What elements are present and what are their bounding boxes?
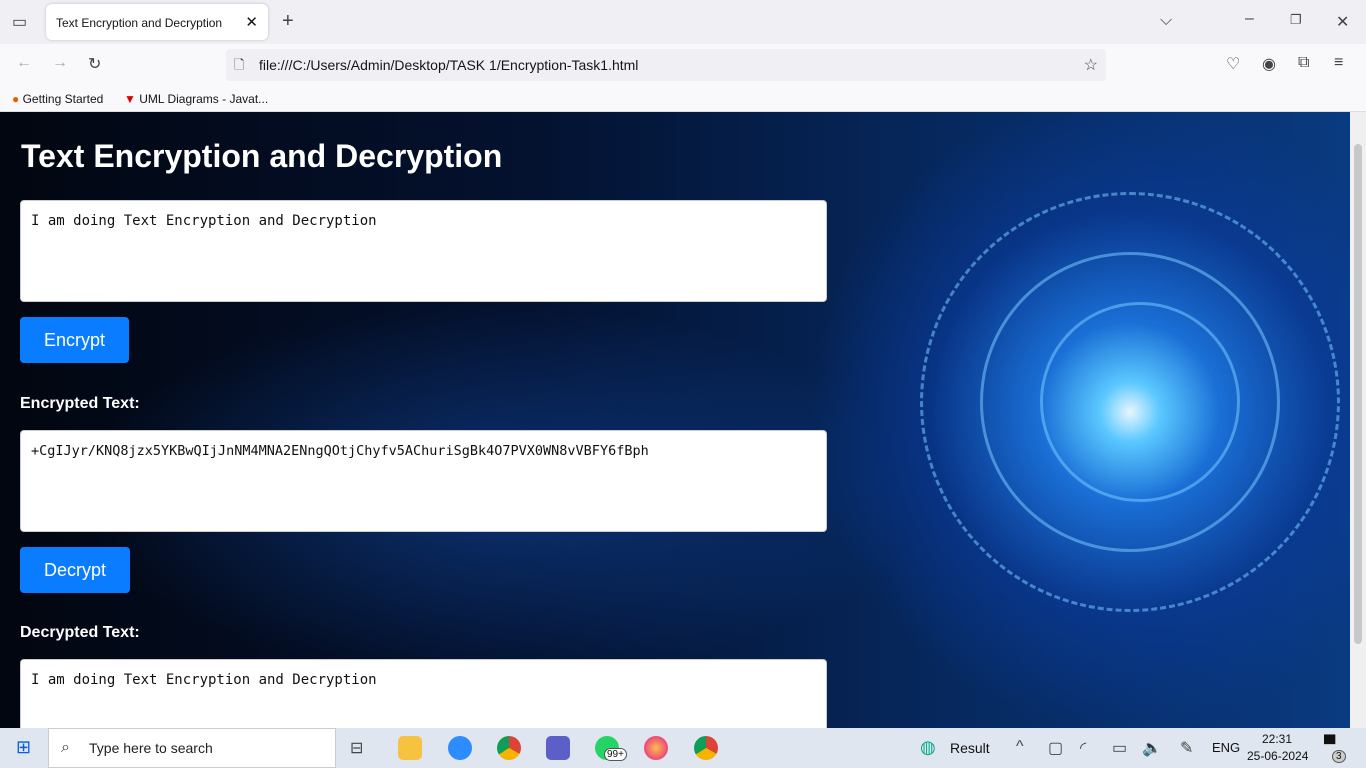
bookmarks-bar: ● Getting Started ▼ UML Diagrams - Javat… — [0, 86, 1366, 112]
wifi-icon[interactable]: ◜ — [1080, 738, 1086, 758]
forward-icon[interactable]: → — [52, 54, 68, 72]
pocket-icon[interactable]: ♡ — [1226, 54, 1240, 74]
tab-title: Text Encryption and Decryption — [56, 16, 223, 30]
restore-icon[interactable]: ❐ — [1290, 12, 1302, 28]
javatpoint-icon: ▼ — [124, 92, 136, 106]
page-title: Text Encryption and Decryption — [21, 138, 503, 174]
encrypted-textarea[interactable]: +CgIJyr/KNQ8jzx5YKBwQIjJnNM4MNA2ENngQOtj… — [20, 430, 827, 532]
tab-bar: ▭ Text Encryption and Decryption ✕ + ⌵ – … — [0, 0, 1366, 44]
file-explorer-icon[interactable] — [398, 736, 422, 760]
input-textarea[interactable]: I am doing Text Encryption and Decryptio… — [20, 200, 827, 302]
camera-icon[interactable]: ▢ — [1048, 738, 1063, 758]
nav-toolbar: ← → ↻ 🗋 file:///C:/Users/Admin/Desktop/TA… — [0, 44, 1366, 86]
back-icon[interactable]: ← — [16, 54, 32, 72]
firefox-taskbar-icon[interactable] — [644, 736, 668, 760]
tab-active[interactable]: Text Encryption and Decryption ✕ — [46, 4, 268, 40]
minimize-icon[interactable]: – — [1245, 10, 1254, 28]
windows-start-icon[interactable]: ⊞ — [16, 737, 31, 758]
notification-count: 3 — [1332, 750, 1346, 763]
volume-icon[interactable]: 🔈 — [1142, 738, 1162, 758]
new-tab-icon[interactable]: + — [282, 10, 294, 33]
language-indicator[interactable]: ENG — [1212, 740, 1240, 755]
clock-time[interactable]: 22:31 — [1262, 732, 1292, 746]
account-icon[interactable]: ◉ — [1262, 54, 1276, 74]
firefox-icon: ● — [12, 92, 20, 106]
taskbar-search[interactable]: ⌕ Type here to search — [48, 728, 336, 768]
decrypted-label: Decrypted Text: — [20, 624, 140, 641]
whatsapp-badge: 99+ — [604, 748, 627, 761]
bookmark-uml[interactable]: ▼ UML Diagrams - Javat... — [124, 92, 268, 106]
tab-list-icon[interactable]: ▭ — [12, 12, 27, 32]
chevron-up-icon[interactable]: ^ — [1016, 738, 1024, 756]
bookmark-star-icon[interactable]: ☆ — [1084, 55, 1098, 75]
search-icon: ⌕ — [61, 739, 70, 756]
weather-icon[interactable]: ◍ — [920, 737, 936, 758]
zoom-icon[interactable] — [448, 736, 472, 760]
menu-icon[interactable]: ≡ — [1334, 54, 1343, 72]
teams-icon[interactable] — [546, 736, 570, 760]
encrypt-button[interactable]: Encrypt — [20, 317, 130, 363]
scrollbar-thumb[interactable] — [1354, 144, 1362, 644]
decrypted-textarea[interactable]: I am doing Text Encryption and Decryptio… — [20, 659, 827, 728]
close-tab-icon[interactable]: ✕ — [245, 13, 258, 31]
chevron-down-icon[interactable]: ⌵ — [1160, 12, 1172, 30]
clock-date[interactable]: 25-06-2024 — [1247, 749, 1308, 763]
decrypt-button[interactable]: Decrypt — [20, 547, 131, 593]
weather-label[interactable]: Result — [950, 740, 990, 756]
encrypted-label: Encrypted Text: — [20, 395, 140, 412]
page-content: Text Encryption and Decryption I am doin… — [0, 112, 1350, 728]
scrollbar[interactable] — [1350, 112, 1366, 728]
chrome-profile-icon[interactable] — [694, 736, 718, 760]
file-icon: 🗋 — [234, 57, 245, 72]
decor-ring — [1040, 302, 1240, 502]
pen-icon[interactable]: ✎ — [1180, 738, 1193, 758]
taskbar: ⊞ ⌕ Type here to search ⊟ 99+ ◍ Result ^ … — [0, 728, 1366, 768]
address-bar[interactable]: 🗋 file:///C:/Users/Admin/Desktop/TASK 1/E… — [226, 49, 1106, 81]
task-view-icon[interactable]: ⊟ — [350, 738, 363, 758]
bookmark-getting-started[interactable]: ● Getting Started — [12, 92, 103, 106]
extensions-icon[interactable]: ⧉ — [1298, 54, 1309, 72]
reload-icon[interactable]: ↻ — [88, 54, 101, 74]
close-window-icon[interactable]: ✕ — [1336, 12, 1349, 32]
battery-icon[interactable]: ▭ — [1112, 738, 1127, 758]
chrome-icon[interactable] — [497, 736, 521, 760]
url-text: file:///C:/Users/Admin/Desktop/TASK 1/En… — [259, 57, 639, 73]
